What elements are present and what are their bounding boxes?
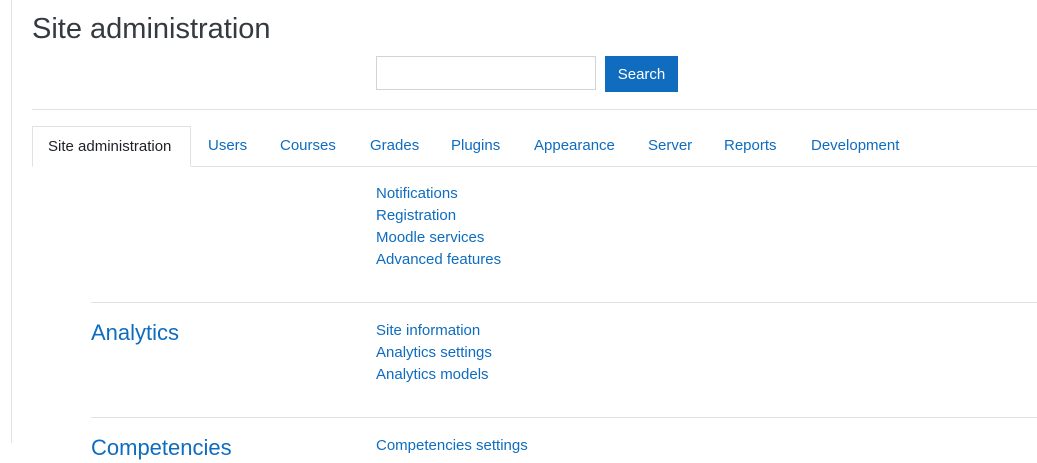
page-left-border (11, 0, 12, 443)
section-divider (91, 302, 1037, 303)
link-site-information[interactable]: Site information (376, 320, 480, 342)
tab-development[interactable]: Development (811, 126, 899, 166)
section-divider (91, 417, 1037, 418)
search-input[interactable] (376, 56, 596, 90)
tab-reports[interactable]: Reports (724, 126, 777, 166)
link-advanced-features[interactable]: Advanced features (376, 249, 501, 271)
link-moodle-services[interactable]: Moodle services (376, 227, 484, 249)
link-competencies-settings[interactable]: Competencies settings (376, 435, 528, 457)
tab-appearance[interactable]: Appearance (534, 126, 615, 166)
section-title-competencies[interactable]: Competencies (91, 433, 232, 463)
tab-plugins[interactable]: Plugins (451, 126, 500, 166)
link-notifications[interactable]: Notifications (376, 183, 458, 205)
admin-tabs: Site administration Users Courses Grades… (32, 126, 1037, 167)
section-title-analytics[interactable]: Analytics (91, 318, 179, 348)
link-analytics-models[interactable]: Analytics models (376, 364, 489, 386)
link-analytics-settings[interactable]: Analytics settings (376, 342, 492, 364)
search-button[interactable]: Search (605, 56, 678, 92)
tab-site-administration[interactable]: Site administration (32, 126, 191, 167)
header-divider (32, 109, 1037, 110)
tab-grades[interactable]: Grades (370, 126, 419, 166)
page-title: Site administration (32, 13, 271, 45)
tab-server[interactable]: Server (648, 126, 692, 166)
tab-courses[interactable]: Courses (280, 126, 336, 166)
link-registration[interactable]: Registration (376, 205, 456, 227)
tab-users[interactable]: Users (208, 126, 247, 166)
